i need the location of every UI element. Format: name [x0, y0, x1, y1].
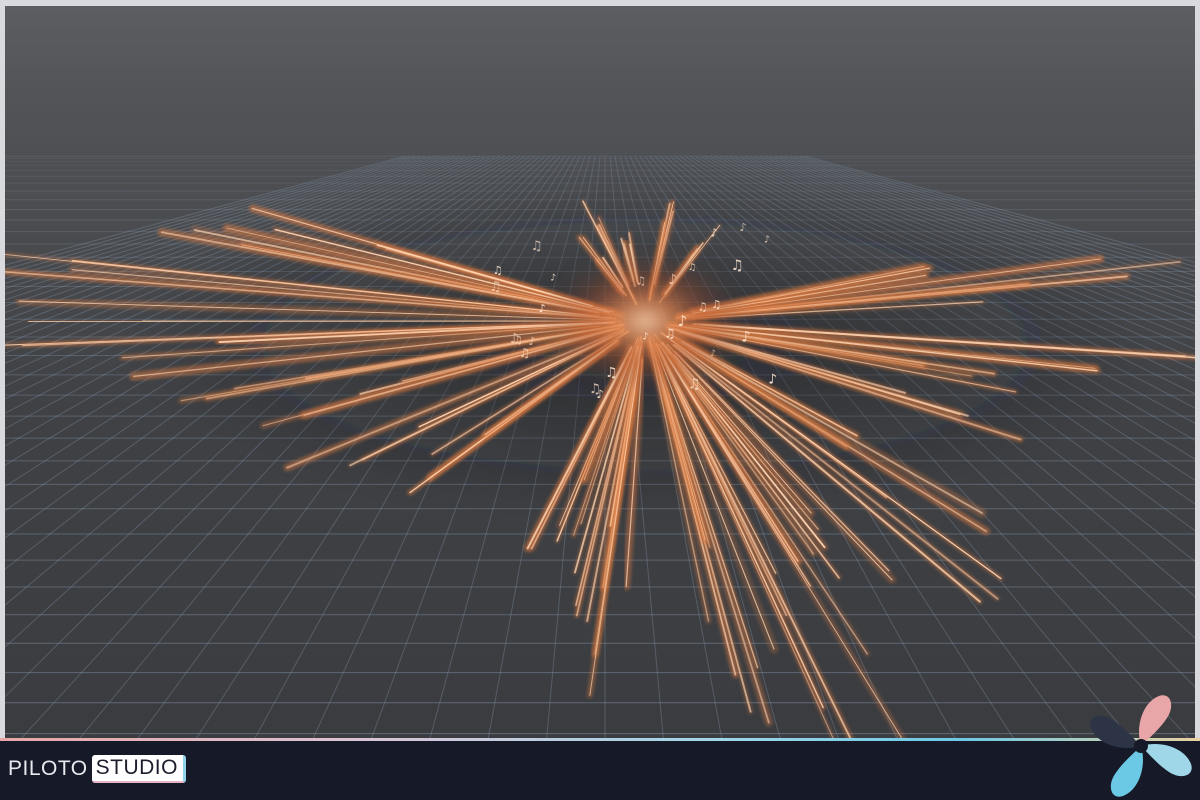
music-note: ♫	[688, 376, 701, 392]
brand-piloto-text: PILOTO	[8, 757, 88, 780]
app-frame: ♪ ♫ ♪ ♫ ♪ ♫ ♪ ♫ ♪ ♫ ♪ ♫ ♪ ♫ ♪ ♫ ♪ ♫ ♪ ♫ ♪ ♫ ♪ ♫ ♪ ♫ ♪ ♫ PILOTO STUD…	[0, 0, 1200, 800]
music-note: ♪	[678, 312, 688, 330]
brand-studio-badge: STUDIO	[91, 755, 186, 783]
frame-border-right	[1195, 0, 1200, 740]
logo-blade-bottom	[1110, 746, 1143, 797]
music-note: ♫	[519, 346, 530, 360]
music-note: ♫	[731, 257, 744, 274]
logo-blade-left	[1090, 715, 1141, 748]
music-note: ♫	[636, 274, 646, 287]
music-note: ♪	[550, 273, 556, 284]
music-note: ♫	[489, 279, 501, 295]
music-note: ♪	[668, 272, 677, 288]
music-note: ♪	[539, 302, 546, 315]
music-note: ♫	[605, 365, 617, 381]
music-note: ♫	[493, 264, 503, 277]
music-note: ♪	[642, 332, 648, 343]
viewport-canvas: ♪♫♪♫♪♫♪♫♪ ♫♪♫♪♫ ♪♫♪♫♪♫♪♫♪♫ ♪♫♪♫	[5, 6, 1195, 738]
brand-wordmark[interactable]: PILOTO STUDIO	[8, 752, 186, 786]
scene-viewport[interactable]: ♪ ♫ ♪ ♫ ♪ ♫ ♪ ♫ ♪ ♫ ♪ ♫ ♪ ♫ ♪ ♫ ♪ ♫ ♪ ♫ ♪ ♫ ♪ ♫ ♪ ♫ ♪ ♫	[5, 6, 1195, 738]
music-note: ♫	[589, 382, 601, 397]
footer-accent-line	[0, 738, 1200, 741]
music-note: ♪	[710, 349, 716, 359]
music-note: ♫	[688, 262, 696, 273]
music-note: ♪	[764, 234, 770, 245]
music-note: ♫	[664, 326, 675, 341]
logo-blade-top	[1139, 695, 1172, 746]
horizon-fog	[5, 6, 1195, 206]
music-note: ♫	[711, 298, 721, 311]
music-note: ♪	[710, 226, 717, 240]
frame-border-left	[0, 0, 5, 740]
frame-border-top	[0, 0, 1200, 6]
logo-hub	[1134, 739, 1148, 753]
logo-blade-right	[1141, 744, 1192, 777]
music-note: ♪	[741, 329, 750, 346]
burst-core	[535, 246, 755, 396]
music-note: ♫	[698, 300, 708, 313]
music-note: ♫	[531, 239, 543, 254]
fan-logo-icon[interactable]	[1086, 694, 1196, 798]
music-note: ♪	[739, 220, 746, 234]
music-note: ♫	[513, 333, 523, 346]
music-note: ♪	[768, 372, 777, 388]
